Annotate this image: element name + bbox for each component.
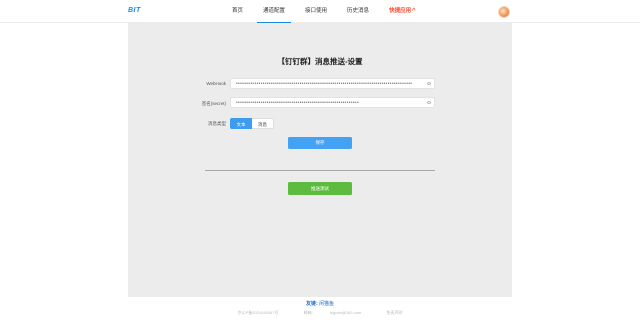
top-navbar: BIT 首页 通道配置 接口使用 历史消息 快捷应用^ <box>0 0 640 23</box>
nav-item-label: 接口使用 <box>305 8 328 14</box>
push-test-button[interactable]: 推送测试 <box>288 182 352 195</box>
page: BIT 首页 通道配置 接口使用 历史消息 快捷应用^ 【钉钉群】消息推送-设置… <box>0 0 640 320</box>
friend-links: 友链: 闲猫鱼 <box>0 300 640 307</box>
type-option-message[interactable]: 消息 <box>252 118 274 129</box>
site-logo[interactable]: BIT <box>128 7 141 14</box>
email-link[interactable]: bigrain@163.com <box>330 310 361 315</box>
type-option-text[interactable]: 文本 <box>230 118 252 129</box>
eye-icon[interactable] <box>427 100 431 104</box>
divider <box>205 170 435 171</box>
nav-item-home[interactable]: 首页 <box>222 0 253 23</box>
user-avatar[interactable] <box>498 6 510 18</box>
footer: 京ICP备2021045467号 邮箱: bigrain@163.com 免责声… <box>0 310 640 316</box>
nav-item-label: 历史消息 <box>347 8 370 14</box>
nav-item-api-usage[interactable]: 接口使用 <box>295 0 337 23</box>
friend-link[interactable]: 闲猫鱼 <box>319 301 334 307</box>
chevron-up-icon: ^ <box>412 8 416 14</box>
secret-label: 签名(secret) <box>201 101 226 106</box>
save-button[interactable]: 保存 <box>288 137 352 149</box>
main-nav: 首页 通道配置 接口使用 历史消息 快捷应用^ <box>222 0 426 23</box>
disclaimer-link[interactable]: 免责声明 <box>386 310 402 315</box>
webhook-value: ••••••••••••••••••••••••••••••••••••••••… <box>236 81 413 87</box>
secret-value: ••••••••••••••••••••••••••••••••••••••••… <box>236 100 360 106</box>
nav-item-history[interactable]: 历史消息 <box>337 0 379 23</box>
nav-item-quick-apps[interactable]: 快捷应用^ <box>379 0 426 23</box>
settings-panel: 【钉钉群】消息推送-设置 WebHook •••••••••••••••••••… <box>128 23 512 297</box>
webhook-input[interactable]: ••••••••••••••••••••••••••••••••••••••••… <box>230 78 435 89</box>
page-title: 【钉钉群】消息推送-设置 <box>277 57 363 66</box>
message-type-toggle: 文本 消息 <box>230 118 274 129</box>
icp-number[interactable]: 京ICP备2021045467号 <box>238 310 279 315</box>
email-info: 邮箱: bigrain@163.com <box>296 310 370 315</box>
secret-input[interactable]: ••••••••••••••••••••••••••••••••••••••••… <box>230 97 435 108</box>
nav-item-label: 快捷应用 <box>389 8 412 14</box>
webhook-label: WebHook <box>206 81 226 86</box>
email-label: 邮箱: <box>303 310 313 315</box>
friend-links-label: 友链: <box>305 301 318 307</box>
eye-icon[interactable] <box>427 81 431 85</box>
message-type-label: 消息类型 <box>208 121 226 126</box>
nav-item-channel-config[interactable]: 通道配置 <box>253 0 295 23</box>
nav-item-label: 通道配置 <box>263 8 286 14</box>
nav-item-label: 首页 <box>232 8 244 14</box>
